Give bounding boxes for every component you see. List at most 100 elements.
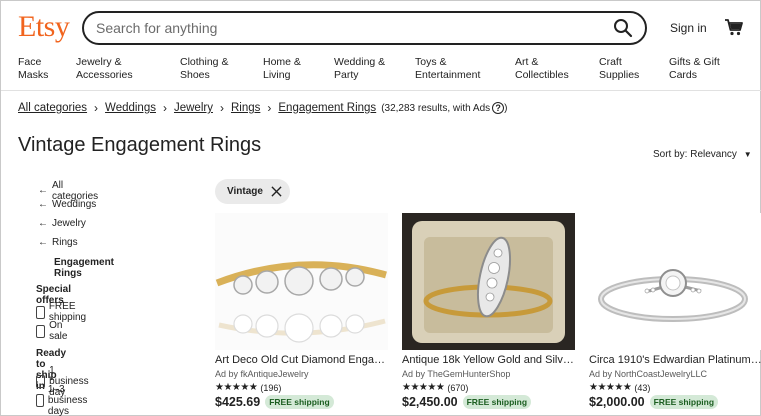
search-input[interactable] xyxy=(96,20,613,36)
nav-label: Face xyxy=(18,56,42,68)
product-price: $2,450.00 xyxy=(402,395,458,409)
nav-gifts-cards[interactable]: Gifts & Gift Cards xyxy=(669,56,720,82)
nav-label: Jewelry & xyxy=(76,56,122,68)
sidebar-item-rings[interactable]: ← Rings xyxy=(38,237,78,248)
product-title[interactable]: Circa 1910's Edwardian Platinum 1 Carat … xyxy=(589,354,761,366)
checkbox-label: On sale xyxy=(49,320,68,342)
nav-label: Masks xyxy=(18,69,49,81)
sort-dropdown[interactable]: Sort by: Relevancy ▼ xyxy=(653,149,752,160)
sidebar-item-label: Jewelry xyxy=(52,218,86,229)
nav-clothing-shoes[interactable]: Clothing & Shoes xyxy=(180,56,228,82)
breadcrumb: All categories › Weddings › Jewelry › Ri… xyxy=(18,101,507,115)
header-divider xyxy=(1,90,761,91)
free-shipping-checkbox[interactable] xyxy=(36,305,45,319)
nav-label: Party xyxy=(334,69,359,81)
nav-label: Wedding & xyxy=(334,56,386,68)
sort-label: Sort by: Relevancy xyxy=(653,149,737,160)
arrow-left-icon: ← xyxy=(38,236,48,248)
nav-toys-entertainment[interactable]: Toys & Entertainment xyxy=(415,56,480,82)
sidebar-item-weddings[interactable]: ← Weddings xyxy=(38,199,96,210)
filter-chip-label: Vintage xyxy=(227,186,263,197)
nav-label: Shoes xyxy=(180,69,210,81)
breadcrumb-engagement-rings[interactable]: Engagement Rings xyxy=(278,102,376,114)
search-icon[interactable] xyxy=(613,18,633,38)
review-count: (196) xyxy=(260,382,282,393)
nav-label: Toys & xyxy=(415,56,447,68)
nav-home-living[interactable]: Home & Living xyxy=(263,56,301,82)
breadcrumb-all-categories[interactable]: All categories xyxy=(18,102,87,114)
arrow-left-icon: ← xyxy=(38,217,48,229)
nav-wedding-party[interactable]: Wedding & Party xyxy=(334,56,385,82)
chevron-right-icon: › xyxy=(267,101,272,115)
arrow-left-icon: ← xyxy=(38,185,48,196)
caret-down-icon: ▼ xyxy=(743,150,752,159)
product-title[interactable]: Antique 18k Yellow Gold and Silver Diamo… xyxy=(402,354,575,366)
category-nav: Face Masks Jewelry & Accessories Clothing … xyxy=(1,56,761,86)
nav-label: Clothing & xyxy=(180,56,229,68)
nav-label: Cards xyxy=(669,69,698,81)
cart-icon[interactable] xyxy=(724,17,744,37)
breadcrumb-weddings[interactable]: Weddings xyxy=(105,102,156,114)
product-card[interactable]: Art Deco Old Cut Diamond Engagement Ring… xyxy=(215,213,388,409)
checkbox-label: 1–3 business days xyxy=(47,384,88,416)
page-title: Vintage Engagement Rings xyxy=(18,134,262,156)
sidebar-item-jewelry[interactable]: ← Jewelry xyxy=(38,218,86,229)
nav-label: Living xyxy=(263,69,291,81)
free-shipping-badge: FREE shipping xyxy=(265,395,334,409)
nav-art-collectibles[interactable]: Art & Collectibles xyxy=(515,56,569,82)
nav-label: Home & xyxy=(263,56,301,68)
product-seller: Ad by fkAntiqueJewelry xyxy=(215,369,309,379)
one-to-three-days-checkbox[interactable] xyxy=(36,394,44,407)
nav-label: Entertainment xyxy=(415,69,481,81)
help-icon[interactable]: ? xyxy=(492,102,505,114)
nav-label: Supplies xyxy=(599,69,640,81)
nav-jewelry-accessories[interactable]: Jewelry & Accessories xyxy=(76,56,133,82)
product-image[interactable] xyxy=(402,213,575,350)
product-title[interactable]: Art Deco Old Cut Diamond Engagement Ring xyxy=(215,354,388,366)
product-card[interactable]: Antique 18k Yellow Gold and Silver Diamo… xyxy=(402,213,575,409)
star-rating-icon: ★★★★★ xyxy=(589,382,632,393)
free-shipping-badge: FREE shipping xyxy=(649,395,719,409)
breadcrumb-jewelry[interactable]: Jewelry xyxy=(174,102,213,114)
results-count: (32,283 results, with Ads xyxy=(381,102,491,114)
nav-label: Gifts & Gift xyxy=(669,56,720,68)
chevron-right-icon: › xyxy=(94,101,99,115)
nav-label: Craft xyxy=(599,56,622,68)
sidebar-item-label: Weddings xyxy=(52,199,97,210)
product-price: $2,000.00 xyxy=(589,395,645,409)
star-rating-icon: ★★★★★ xyxy=(215,382,258,393)
review-count: (43) xyxy=(634,382,651,393)
product-seller: Ad by TheGemHunterShop xyxy=(402,369,511,379)
product-price-row: $2,450.00 FREE shipping xyxy=(402,395,575,409)
search-bar[interactable] xyxy=(82,11,647,45)
product-card[interactable]: Circa 1910's Edwardian Platinum 1 Carat … xyxy=(589,213,761,409)
close-icon[interactable] xyxy=(271,186,282,197)
nav-label: Collectibles xyxy=(515,69,569,81)
free-shipping-badge: FREE shipping xyxy=(462,395,532,409)
filter-chip-vintage[interactable]: Vintage xyxy=(215,179,290,204)
nav-face-masks[interactable]: Face Masks xyxy=(18,56,48,82)
sidebar-item-label: Rings xyxy=(52,237,78,248)
review-count: (670) xyxy=(447,382,469,393)
nav-craft-supplies[interactable]: Craft Supplies xyxy=(599,56,639,82)
breadcrumb-rings[interactable]: Rings xyxy=(231,102,260,114)
product-price: $425.69 xyxy=(215,395,261,409)
nav-label: Art & xyxy=(515,56,539,68)
product-image[interactable] xyxy=(215,213,388,350)
arrow-left-icon: ← xyxy=(38,198,48,210)
product-price-row: $425.69 FREE shipping xyxy=(215,395,388,409)
product-rating: ★★★★★ (196) xyxy=(215,382,388,393)
star-rating-icon: ★★★★★ xyxy=(402,382,445,393)
sidebar-item-engagement-rings[interactable]: Engagement Rings xyxy=(54,257,114,279)
one-to-three-days-checkbox-row[interactable]: 1–3 business days xyxy=(36,384,92,416)
chevron-right-icon: › xyxy=(162,101,167,115)
sign-in-link[interactable]: Sign in xyxy=(670,21,707,35)
on-sale-checkbox[interactable] xyxy=(36,324,46,338)
product-rating: ★★★★★ (670) xyxy=(402,382,575,393)
on-sale-checkbox-row[interactable]: On sale xyxy=(36,320,71,342)
nav-label: Accessories xyxy=(76,69,133,81)
chevron-right-icon: › xyxy=(219,101,224,115)
product-image[interactable] xyxy=(589,213,761,350)
etsy-logo[interactable]: Etsy xyxy=(18,10,70,44)
product-rating: ★★★★★ (43) xyxy=(589,382,761,393)
